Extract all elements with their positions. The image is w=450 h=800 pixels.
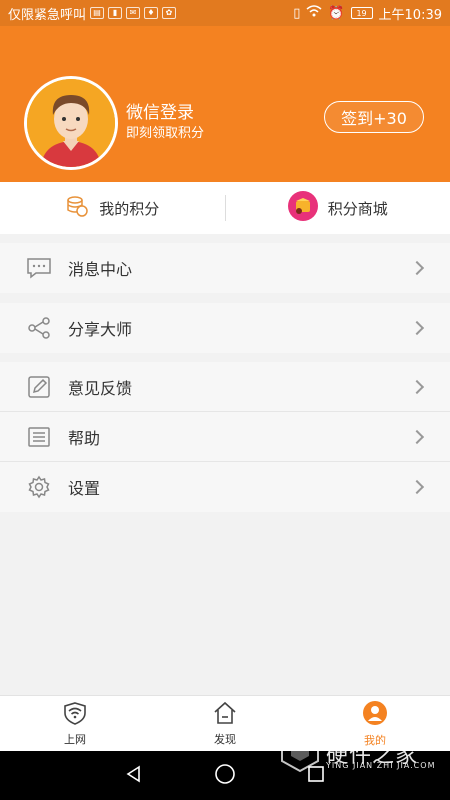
- alarm-icon: ⏰: [328, 5, 345, 21]
- avatar-image: [27, 79, 115, 167]
- menu-item-help[interactable]: 帮助: [0, 412, 450, 462]
- mail-icon: ✉: [126, 7, 141, 19]
- status-right: ▯ ⏰ 19 上午10:39: [293, 4, 442, 23]
- chevron-right-icon: [409, 479, 425, 495]
- my-points-label: 我的积分: [99, 199, 160, 218]
- menu-label: 消息中心: [68, 260, 133, 279]
- menu-item-message-center[interactable]: 消息中心: [0, 243, 450, 293]
- my-points-button[interactable]: 我的积分: [0, 194, 225, 222]
- menu-item-feedback[interactable]: 意见反馈: [0, 362, 450, 412]
- huawei-icon: ✿: [162, 7, 177, 19]
- points-bar: 我的积分 积分商城: [0, 182, 450, 234]
- status-bar: 仅限紧急呼叫 ▤ ▮ ✉ ♦ ✿ ▯ ⏰ 19 上午10:39: [0, 0, 450, 26]
- points-mall-button[interactable]: 积分商城: [226, 191, 450, 225]
- menu-label: 分享大师: [68, 320, 133, 339]
- app-icon: ♦: [144, 7, 159, 19]
- home-circle-icon[interactable]: [214, 763, 236, 789]
- battery-icon: 19: [350, 7, 373, 19]
- menu-label: 设置: [68, 479, 101, 498]
- avatar[interactable]: [24, 76, 118, 170]
- nav-item-discover[interactable]: 发现: [150, 696, 300, 751]
- chevron-right-icon: [409, 260, 425, 276]
- carrier-text: 仅限紧急呼叫: [8, 7, 87, 23]
- menu-label: 意见反馈: [68, 378, 133, 398]
- watermark-logo-icon: [280, 729, 320, 777]
- feedback-icon: [26, 374, 52, 400]
- points-mall-label: 积分商城: [327, 199, 388, 218]
- menu-item-settings[interactable]: 设置: [0, 462, 450, 512]
- status-left: 仅限紧急呼叫 ▤ ▮ ✉ ♦ ✿: [8, 4, 177, 23]
- wifi-icon: [306, 5, 322, 21]
- chevron-right-icon: [409, 429, 425, 444]
- menu-group-share: 分享大师: [0, 303, 450, 353]
- profile-header: 微信登录 即刻领取积分 签到+30: [0, 26, 450, 182]
- login-subtitle: 即刻领取积分: [126, 126, 205, 141]
- sim-icon: ▮: [108, 7, 123, 19]
- nav-label: 发现: [214, 732, 236, 746]
- nav-label: 上网: [64, 732, 86, 746]
- menu-label: 帮助: [68, 428, 101, 448]
- watermark-subtitle: YING JIAN ZHI JIA.COM: [326, 761, 436, 770]
- chevron-right-icon: [409, 379, 425, 394]
- share-icon: [26, 315, 52, 341]
- user-icon: [362, 700, 388, 729]
- menu-item-share-master[interactable]: 分享大师: [0, 303, 450, 353]
- settings-icon: [26, 474, 52, 500]
- menu-group-messages: 消息中心: [0, 243, 450, 293]
- mall-icon: [287, 191, 318, 225]
- checkin-button[interactable]: 签到+30: [324, 101, 424, 133]
- watermark: 硬件之家 YING JIAN ZHI JIA.COM: [280, 727, 440, 779]
- menu-group-support: 意见反馈 帮助 设置: [0, 362, 450, 512]
- coins-icon: [65, 194, 89, 222]
- wifi-shield-icon: [62, 701, 88, 728]
- nav-item-internet[interactable]: 上网: [0, 696, 150, 751]
- home-icon: [212, 701, 238, 728]
- vibrate-icon: ▯: [293, 5, 301, 21]
- back-icon[interactable]: [124, 764, 144, 788]
- message-icon: [26, 255, 52, 281]
- chevron-right-icon: [409, 320, 425, 336]
- login-title[interactable]: 微信登录: [126, 98, 194, 123]
- clock: 上午10:39: [378, 7, 442, 23]
- notification-icon: ▤: [90, 7, 105, 19]
- help-icon: [26, 424, 52, 450]
